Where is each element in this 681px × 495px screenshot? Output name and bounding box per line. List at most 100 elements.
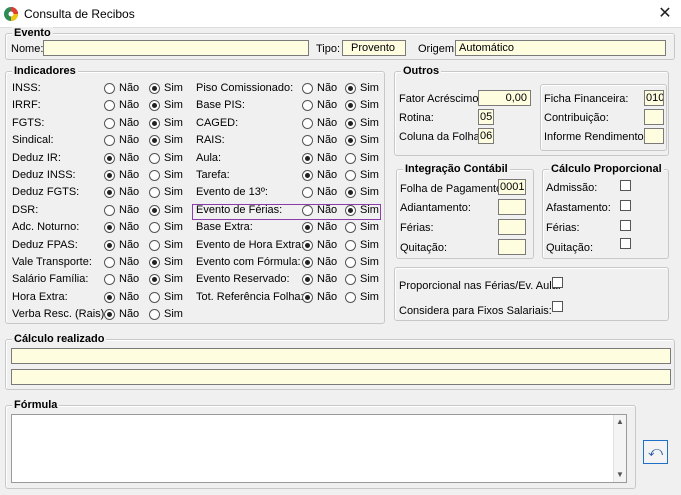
ind-right-label: Base Extra: [196,221,253,234]
calculo-realizado-line-1[interactable] [11,348,671,364]
sim-radio[interactable] [345,117,356,129]
nao-radio[interactable] [302,117,313,129]
sim-radio[interactable] [149,257,160,268]
coluna-folha-label: Coluna da Folha: [399,131,483,143]
integracao-contabil-title: Integração Contábil [403,163,510,175]
ficha-financeira-label: Ficha Financeira: [544,93,629,105]
tipo-field[interactable]: Provento [342,40,406,56]
sim-label: Sim [360,134,379,147]
nao-radio[interactable] [104,83,115,94]
sim-radio[interactable] [345,239,356,251]
rotina-field[interactable]: 05 [478,109,494,125]
sim-radio[interactable] [345,257,356,268]
sim-radio[interactable] [149,117,160,129]
quitacao-proporcional-checkbox[interactable] [620,238,631,249]
nao-radio[interactable] [104,239,115,251]
sim-radio[interactable] [149,291,160,303]
calculo-realizado-line-2[interactable] [11,369,671,385]
nao-label: Não [317,82,338,94]
nao-radio[interactable] [104,117,115,129]
sim-label: Sim [164,99,183,112]
rotina-label: Rotina: [399,112,434,124]
nao-label: Não [317,290,338,303]
nao-label: Não [317,186,338,199]
nao-radio[interactable] [104,257,115,268]
nao-radio[interactable] [302,170,313,181]
outros-group-title: Outros [401,65,442,77]
nao-radio[interactable] [302,152,313,164]
evento-group-title: Evento [12,27,53,39]
ind-left-label: Adc. Noturno: [12,221,80,234]
sim-label: Sim [164,116,183,129]
sim-label: Sim [360,99,379,112]
nao-radio[interactable] [104,152,115,164]
origem-label: Origem: [418,43,458,55]
scroll-up-icon[interactable]: ▲ [614,416,626,428]
ind-right-label: Evento de Hora Extra: [196,238,305,251]
ind-left-label: INSS: [12,82,41,94]
contribuicao-field[interactable] [644,109,664,125]
nao-label: Não [119,290,140,303]
close-icon[interactable]: ✕ [651,2,679,26]
quitacao-contabil-field[interactable] [498,239,526,255]
sim-label: Sim [164,238,183,251]
adiantamento-field[interactable] [498,199,526,215]
nao-radio[interactable] [104,170,115,181]
nao-radio[interactable] [302,291,313,303]
ind-left-label: Deduz IR: [12,151,61,164]
informe-rendimentos-label: Informe Rendimentos: [544,131,653,143]
nao-radio[interactable] [302,257,313,268]
sim-radio[interactable] [149,204,160,216]
afastamento-checkbox[interactable] [620,200,631,211]
sim-radio[interactable] [149,83,160,94]
undo-button[interactable]: ⤺ [643,440,668,464]
sim-label: Sim [164,308,183,321]
admissao-checkbox[interactable] [620,180,631,191]
ind-left-label: Deduz FGTS: [12,186,80,199]
nao-label: Não [119,186,140,199]
fator-acrescimo-field[interactable]: 0,00 [478,90,531,106]
considera-fixos-checkbox[interactable] [552,301,563,312]
sim-radio[interactable] [345,83,356,94]
ferias-proporcional-checkbox[interactable] [620,220,631,231]
nao-label: Não [317,169,338,181]
nao-label: Não [119,169,140,181]
sim-radio[interactable] [345,152,356,164]
nao-radio[interactable] [104,204,115,216]
ficha-financeira-field[interactable]: 010 [644,90,664,106]
origem-field[interactable]: Automático [455,40,666,56]
ind-right-label: Evento de 13º: [196,186,268,199]
coluna-folha-field[interactable]: 06 [478,128,494,144]
folha-pagamento-field[interactable]: 0001 [498,179,526,195]
sim-label: Sim [164,82,183,94]
afastamento-label: Afastamento: [546,202,611,214]
sim-label: Sim [360,221,379,234]
proporcional-ferias-checkbox[interactable] [552,277,563,288]
informe-rendimentos-field[interactable] [644,128,664,144]
sim-radio[interactable] [345,170,356,181]
sim-label: Sim [360,238,379,251]
adiantamento-label: Adiantamento: [400,202,471,214]
ind-left-label: Deduz INSS: [12,169,76,181]
formula-textarea[interactable] [11,414,627,483]
nao-radio[interactable] [104,291,115,303]
nao-label: Não [119,116,140,129]
sim-radio[interactable] [149,152,160,164]
window-title: Consulta de Recibos [24,7,135,21]
nome-field[interactable] [43,40,309,56]
sim-radio[interactable] [149,239,160,251]
nao-radio[interactable] [302,239,313,251]
nao-label: Não [119,273,140,286]
ind-right-label: Piso Comissionado: [196,82,294,94]
sim-radio[interactable] [345,291,356,303]
sim-radio[interactable] [149,170,160,181]
evento-ferias-highlight [192,204,381,220]
ind-left-label: Salário Família: [12,273,89,286]
ferias-contabil-label: Férias: [400,222,434,234]
nao-radio[interactable] [302,83,313,94]
sim-label: Sim [360,116,379,129]
ind-left-label: Deduz FPAS: [12,238,78,251]
scroll-down-icon[interactable]: ▼ [614,469,626,481]
ind-right-label: Tot. Referência Folha: [196,290,304,303]
ferias-contabil-field[interactable] [498,219,526,235]
